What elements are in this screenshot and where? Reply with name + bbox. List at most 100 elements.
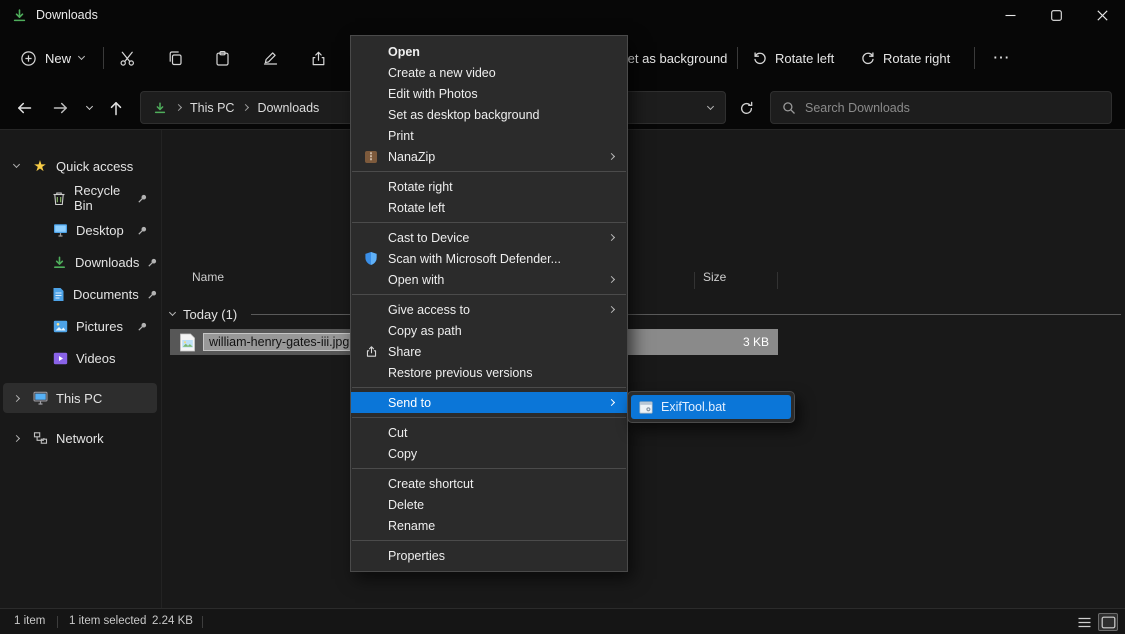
menu-item-print[interactable]: Print [351, 125, 627, 146]
menu-item-create-shortcut[interactable]: Create shortcut [351, 473, 627, 494]
menu-item-delete[interactable]: Delete [351, 494, 627, 515]
rotate-right-icon [860, 50, 876, 66]
up-button[interactable] [100, 92, 132, 124]
downloads-folder-icon [52, 255, 67, 270]
forward-button[interactable] [44, 92, 76, 124]
column-header-name[interactable]: Name [192, 270, 224, 284]
menu-item-edit-with-photos[interactable]: Edit with Photos [351, 83, 627, 104]
chevron-down-icon[interactable] [707, 102, 714, 109]
group-header-today[interactable]: Today (1) [170, 302, 1121, 326]
documents-icon [52, 287, 65, 302]
sidebar-item-documents[interactable]: Documents [0, 279, 160, 309]
sidebar-item-recycle-bin[interactable]: Recycle Bin [0, 183, 160, 213]
column-separator[interactable] [777, 272, 778, 289]
close-button[interactable] [1079, 0, 1125, 30]
menu-separator [352, 417, 626, 418]
search-box[interactable] [770, 91, 1112, 124]
nanazip-icon [363, 149, 379, 165]
column-separator[interactable] [694, 272, 695, 289]
file-size: 3 KB [628, 329, 778, 355]
sidebar-item-downloads[interactable]: Downloads [0, 247, 160, 277]
share-button[interactable] [302, 42, 334, 74]
menu-item-open[interactable]: Open [351, 41, 627, 62]
large-icons-view-icon [1101, 616, 1116, 629]
large-icons-view-button[interactable] [1098, 613, 1118, 631]
chevron-right-icon[interactable] [8, 396, 24, 401]
submenu-item-label: ExifTool.bat [661, 400, 726, 414]
column-header-size[interactable]: Size [703, 270, 726, 284]
window-title: Downloads [36, 8, 98, 22]
chevron-right-icon [609, 307, 614, 312]
recent-locations-button[interactable] [78, 92, 100, 124]
chevron-right-icon [609, 277, 614, 282]
menu-item-send-to[interactable]: Send to [351, 392, 627, 413]
chevron-down-icon[interactable] [8, 165, 24, 167]
item-count: 1 item [14, 615, 45, 627]
menu-item-open-with[interactable]: Open with [351, 269, 627, 290]
sidebar-item-quick-access[interactable]: ★ Quick access [0, 151, 160, 181]
refresh-button[interactable] [730, 92, 762, 124]
menu-item-set-as-desktop-background[interactable]: Set as desktop background [351, 104, 627, 125]
group-label: Today (1) [183, 307, 237, 322]
file-name: william-henry-gates-iii.jpg [203, 333, 355, 351]
chevron-right-icon [609, 235, 614, 240]
paste-button[interactable] [206, 42, 238, 74]
menu-item-copy-as-path[interactable]: Copy as path [351, 320, 627, 341]
menu-separator [352, 294, 626, 295]
arrow-up-icon [108, 100, 124, 117]
chevron-down-icon[interactable] [170, 313, 175, 315]
menu-item-rename[interactable]: Rename [351, 515, 627, 536]
breadcrumb-downloads[interactable]: Downloads [257, 101, 319, 115]
menu-item-nanazip[interactable]: NanaZip [351, 146, 627, 167]
plus-circle-icon [20, 50, 37, 67]
menu-item-create-a-new-video[interactable]: Create a new video [351, 62, 627, 83]
sidebar-item-pictures[interactable]: Pictures [0, 311, 160, 341]
breadcrumb-this-pc[interactable]: This PC [190, 101, 234, 115]
rotate-right-button[interactable]: Rotate right [860, 42, 950, 74]
menu-item-copy[interactable]: Copy [351, 443, 627, 464]
maximize-button[interactable] [1033, 0, 1079, 30]
desktop-icon [52, 223, 68, 237]
network-icon [32, 431, 48, 445]
menu-separator [352, 222, 626, 223]
cut-button[interactable] [111, 42, 143, 74]
chevron-right-icon [175, 104, 182, 111]
sidebar-item-network[interactable]: Network [0, 423, 160, 453]
menu-item-rotate-left[interactable]: Rotate left [351, 197, 627, 218]
selection-count: 1 item selected [69, 615, 146, 627]
rename-button[interactable] [254, 42, 286, 74]
rotate-left-button[interactable]: Rotate left [752, 42, 834, 74]
new-button[interactable]: New [10, 41, 94, 75]
sidebar-item-this-pc[interactable]: This PC [3, 383, 157, 413]
menu-item-cut[interactable]: Cut [351, 422, 627, 443]
menu-item-rotate-right[interactable]: Rotate right [351, 176, 627, 197]
minimize-button[interactable] [987, 0, 1033, 30]
menu-item-cast-to-device[interactable]: Cast to Device [351, 227, 627, 248]
chevron-right-icon[interactable] [8, 436, 24, 441]
menu-item-give-access-to[interactable]: Give access to [351, 299, 627, 320]
search-input[interactable] [805, 101, 1100, 115]
sidebar-item-videos[interactable]: Videos [0, 343, 160, 373]
menu-item-restore-previous-versions[interactable]: Restore previous versions [351, 362, 627, 383]
back-button[interactable] [8, 92, 40, 124]
defender-shield-icon [363, 251, 379, 267]
sidebar-item-label: Documents [73, 287, 139, 302]
pin-icon [137, 193, 148, 204]
sidebar-item-label: Videos [76, 351, 116, 366]
file-explorer-window: Downloads New [0, 0, 1125, 634]
menu-item-properties[interactable]: Properties [351, 545, 627, 566]
status-bar: 1 item 1 item selected 2.24 KB [0, 608, 1125, 634]
sidebar-item-label: Downloads [75, 255, 139, 270]
submenu-item-exiftool-bat[interactable]: ExifTool.bat [631, 395, 791, 419]
copy-button[interactable] [159, 42, 191, 74]
window-controls [987, 0, 1125, 30]
details-view-button[interactable] [1074, 613, 1094, 631]
more-options-button[interactable]: ⋯ [986, 42, 1016, 74]
sidebar-item-label: This PC [56, 391, 102, 406]
menu-item-share[interactable]: Share [351, 341, 627, 362]
menu-item-scan-with-microsoft-defender[interactable]: Scan with Microsoft Defender... [351, 248, 627, 269]
pin-icon [137, 321, 148, 332]
chevron-right-icon [609, 400, 614, 405]
sidebar-item-desktop[interactable]: Desktop [0, 215, 160, 245]
toolbar-separator [103, 47, 104, 69]
